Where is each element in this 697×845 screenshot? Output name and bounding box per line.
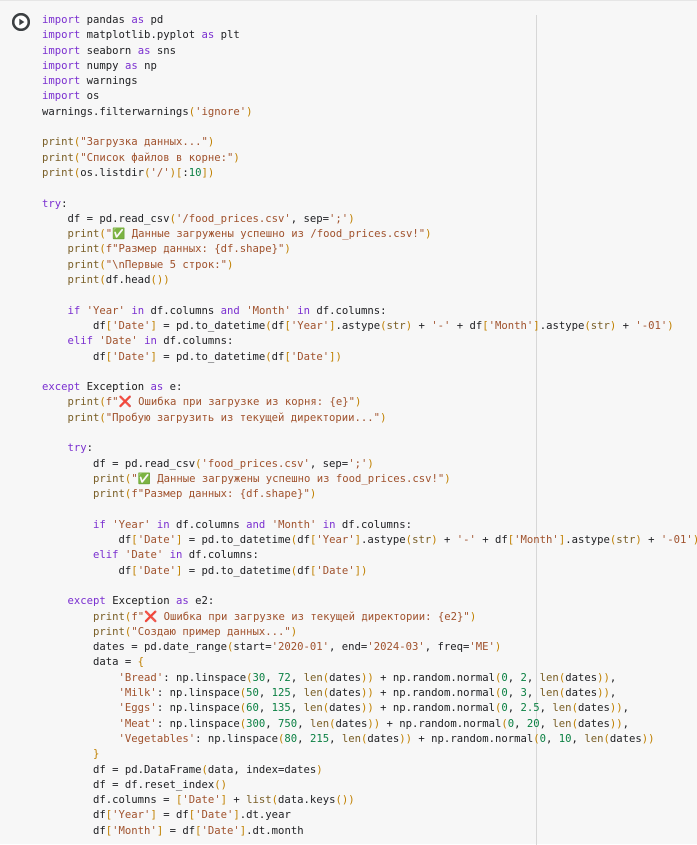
code-line[interactable]: except Exception as e2:	[42, 594, 697, 609]
code-line[interactable]: import pandas as pd	[42, 13, 697, 28]
code-line[interactable]: df['Date'] = pd.to_datetime(df['Year'].a…	[42, 319, 697, 334]
code-line[interactable]	[42, 181, 697, 196]
code-line[interactable]: import os	[42, 89, 697, 104]
code-line[interactable]: df['Date'] = pd.to_datetime(df['Date'])	[42, 564, 697, 579]
code-line[interactable]: warnings.filterwarnings('ignore')	[42, 105, 697, 120]
play-icon	[12, 13, 30, 31]
code-line[interactable]: import warnings	[42, 74, 697, 89]
code-line[interactable]	[42, 503, 697, 518]
code-line[interactable]: 'Meat': np.linspace(300, 750, len(dates)…	[42, 717, 697, 732]
run-cell-button[interactable]	[12, 13, 30, 31]
code-line[interactable]: df = pd.DataFrame(data, index=dates)	[42, 763, 697, 778]
code-line[interactable]: print("Загрузка данных...")	[42, 135, 697, 150]
code-line[interactable]: import matplotlib.pyplot as plt	[42, 28, 697, 43]
code-line[interactable]	[42, 365, 697, 380]
code-line[interactable]: print(f"❌ Ошибка при загрузке из текущей…	[42, 610, 697, 625]
code-line[interactable]: }	[42, 747, 697, 762]
code-line[interactable]: print("Пробую загрузить из текущей дирек…	[42, 411, 697, 426]
code-line[interactable]: print(f"❌ Ошибка при загрузке из корня: …	[42, 395, 697, 410]
code-line[interactable]: data = {	[42, 655, 697, 670]
code-line[interactable]: 'Bread': np.linspace(30, 72, len(dates))…	[42, 671, 697, 686]
code-line[interactable]: print("Создаю пример данных...")	[42, 625, 697, 640]
code-editor[interactable]: import pandas as pd import matplotlib.pyp…	[42, 13, 697, 839]
code-line[interactable]: import seaborn as sns	[42, 44, 697, 59]
code-line[interactable]: print(f"Размер данных: {df.shape}")	[42, 487, 697, 502]
code-line[interactable]: except Exception as e:	[42, 380, 697, 395]
code-line[interactable]: df = pd.read_csv('food_prices.csv', sep=…	[42, 457, 697, 472]
code-line[interactable]: print(f"Размер данных: {df.shape}")	[42, 242, 697, 257]
code-line[interactable]: 'Eggs': np.linspace(60, 135, len(dates))…	[42, 701, 697, 716]
code-line[interactable]: df = pd.read_csv('/food_prices.csv', sep…	[42, 212, 697, 227]
code-line[interactable]: try:	[42, 197, 697, 212]
code-line[interactable]: df = df.reset_index()	[42, 778, 697, 793]
code-line[interactable]: dates = pd.date_range(start='2020-01', e…	[42, 640, 697, 655]
code-line[interactable]: print(os.listdir('/')[:10])	[42, 166, 697, 181]
code-line[interactable]: print(df.head())	[42, 273, 697, 288]
code-line[interactable]: 'Vegetables': np.linspace(80, 215, len(d…	[42, 732, 697, 747]
code-line[interactable]	[42, 579, 697, 594]
code-line[interactable]: df['Date'] = pd.to_datetime(df['Date'])	[42, 350, 697, 365]
code-line[interactable]: print("Список файлов в корне:")	[42, 151, 697, 166]
code-line[interactable]: print("✅ Данные загружены успешно из /fo…	[42, 227, 697, 242]
code-line[interactable]: df['Year'] = df['Date'].dt.year	[42, 808, 697, 823]
code-line[interactable]	[42, 120, 697, 135]
code-line[interactable]	[42, 288, 697, 303]
code-line[interactable]: print("\nПервые 5 строк:")	[42, 258, 697, 273]
code-line[interactable]: if 'Year' in df.columns and 'Month' in d…	[42, 304, 697, 319]
code-line[interactable]: if 'Year' in df.columns and 'Month' in d…	[42, 518, 697, 533]
code-line[interactable]: elif 'Date' in df.columns:	[42, 334, 697, 349]
code-line[interactable]: 'Milk': np.linspace(50, 125, len(dates))…	[42, 686, 697, 701]
code-cell[interactable]: import pandas as pd import matplotlib.pyp…	[0, 0, 697, 845]
code-line[interactable]	[42, 426, 697, 441]
code-line[interactable]: print("✅ Данные загружены успешно из foo…	[42, 472, 697, 487]
code-line[interactable]: df.columns = ['Date'] + list(data.keys()…	[42, 793, 697, 808]
code-line[interactable]: try:	[42, 441, 697, 456]
code-line[interactable]: elif 'Date' in df.columns:	[42, 548, 697, 563]
code-line[interactable]: df['Month'] = df['Date'].dt.month	[42, 824, 697, 839]
code-line[interactable]: import numpy as np	[42, 59, 697, 74]
code-line[interactable]: df['Date'] = pd.to_datetime(df['Year'].a…	[42, 533, 697, 548]
